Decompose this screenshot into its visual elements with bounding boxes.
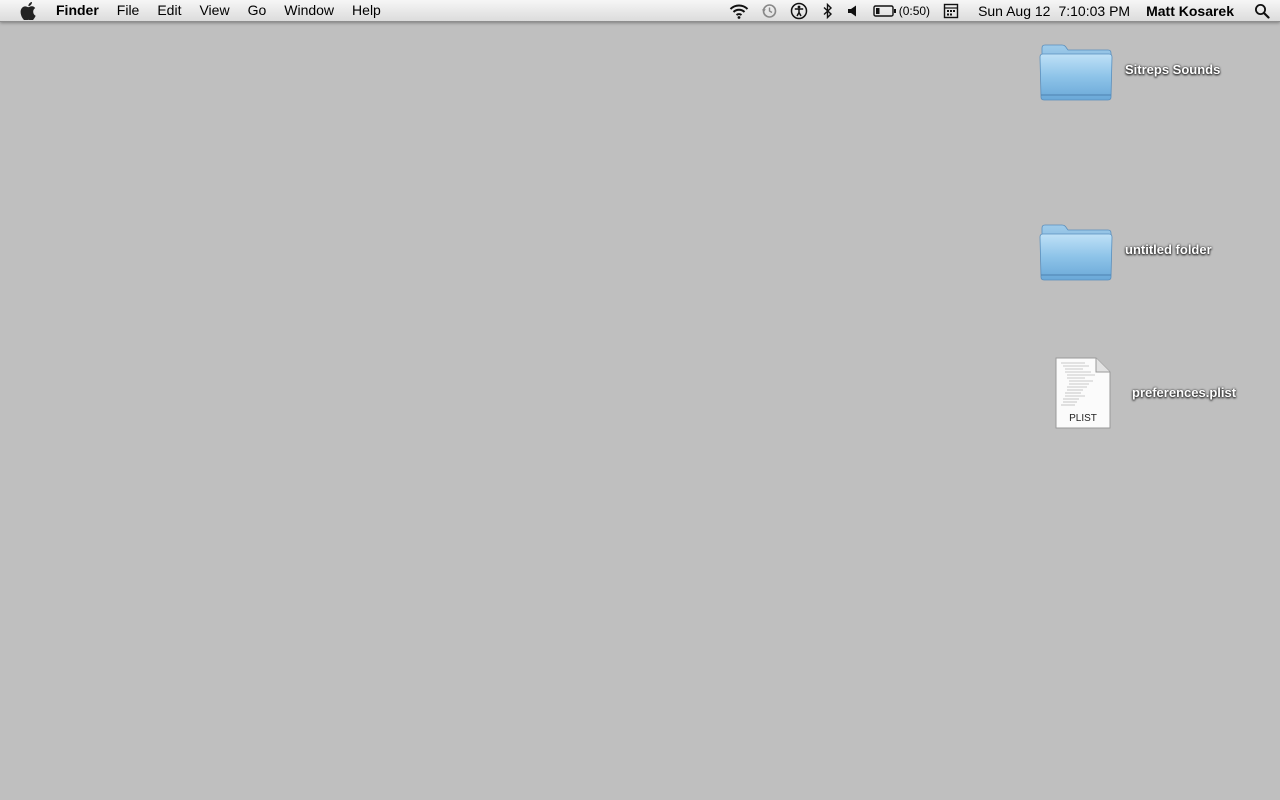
desktop-item-label: untitled folder: [1125, 242, 1212, 257]
volume-icon: [847, 5, 856, 16]
input-menu[interactable]: [936, 0, 966, 21]
clock-time: 7:10:03 PM: [1058, 2, 1131, 19]
plist-document-icon: PLIST: [1055, 357, 1111, 429]
time-machine-menu[interactable]: [755, 0, 783, 21]
bluetooth-menu[interactable]: [815, 0, 841, 21]
menu-bar-clock[interactable]: Sun Aug 12 7:10:03 PM: [966, 0, 1138, 21]
folder-icon: [1039, 224, 1113, 281]
menu-bar-left: Finder File Edit View Go Window Help: [0, 0, 390, 21]
menu-window[interactable]: Window: [275, 0, 343, 21]
wifi-menu[interactable]: [723, 0, 755, 21]
spotlight-menu[interactable]: [1244, 0, 1280, 21]
battery-menu[interactable]: (0:50): [865, 0, 936, 21]
desktop-item-label: preferences.plist: [1132, 385, 1237, 400]
input-menu-icon: [943, 3, 959, 18]
apple-logo-icon: [20, 1, 36, 20]
menu-edit[interactable]: Edit: [148, 0, 190, 21]
menu-finder[interactable]: Finder: [56, 0, 108, 21]
clock-date: Sun Aug 12: [978, 2, 1051, 19]
menu-help[interactable]: Help: [343, 0, 390, 21]
menu-go[interactable]: Go: [239, 0, 276, 21]
folder-icon: [1039, 44, 1113, 101]
wifi-icon: [729, 4, 748, 19]
fast-user-switch-menu[interactable]: Matt Kosarek: [1138, 0, 1244, 21]
spotlight-search-icon: [1255, 3, 1270, 19]
accessibility-menu[interactable]: [783, 0, 815, 21]
menu-bar: Finder File Edit View Go Window Help (0:…: [0, 0, 1280, 22]
document-type-badge: PLIST: [1069, 413, 1097, 424]
bluetooth-icon: [823, 2, 832, 19]
battery-time-remaining: (0:50): [898, 3, 931, 18]
menu-file[interactable]: File: [108, 0, 149, 21]
time-machine-icon: [761, 3, 777, 18]
accessibility-icon: [790, 2, 807, 19]
menu-view[interactable]: View: [190, 0, 238, 21]
battery-icon: [873, 4, 896, 17]
desktop-item-label: Sitreps Sounds: [1125, 62, 1221, 77]
menu-bar-right: (0:50) Sun Aug 12 7:10:03 PM Matt Kosare…: [723, 0, 1280, 21]
apple-menu[interactable]: [0, 0, 56, 21]
volume-menu[interactable]: [841, 0, 865, 21]
